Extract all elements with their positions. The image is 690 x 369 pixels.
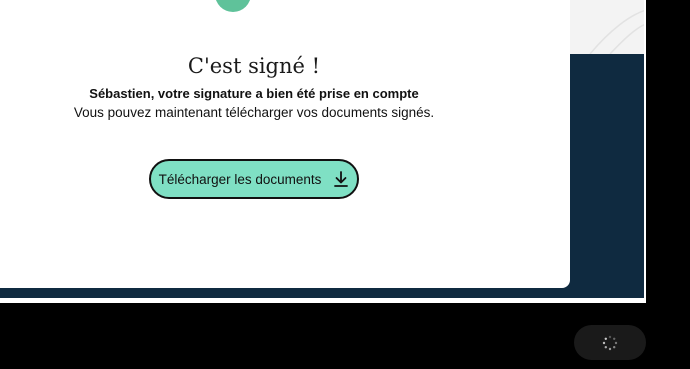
decorative-curves (589, 9, 646, 54)
loading-indicator (574, 325, 646, 360)
viewport-edge (644, 0, 646, 303)
download-button-label: Télécharger les documents (158, 171, 322, 187)
modal-body-text: Vous pouvez maintenant télécharger vos d… (73, 105, 435, 120)
download-icon (333, 170, 349, 188)
check-icon (215, 0, 251, 12)
page-viewport: C'est signé ! Sébastien, votre signature… (0, 0, 646, 303)
signature-complete-modal: C'est signé ! Sébastien, votre signature… (0, 0, 570, 288)
modal-title: C'est signé ! (187, 54, 321, 78)
background-panel (570, 0, 646, 54)
modal-subtitle: Sébastien, votre signature a bien été pr… (89, 86, 419, 101)
spinner-icon (602, 335, 618, 350)
download-documents-button[interactable]: Télécharger les documents (149, 159, 359, 199)
page-bottom-strip (0, 298, 646, 303)
